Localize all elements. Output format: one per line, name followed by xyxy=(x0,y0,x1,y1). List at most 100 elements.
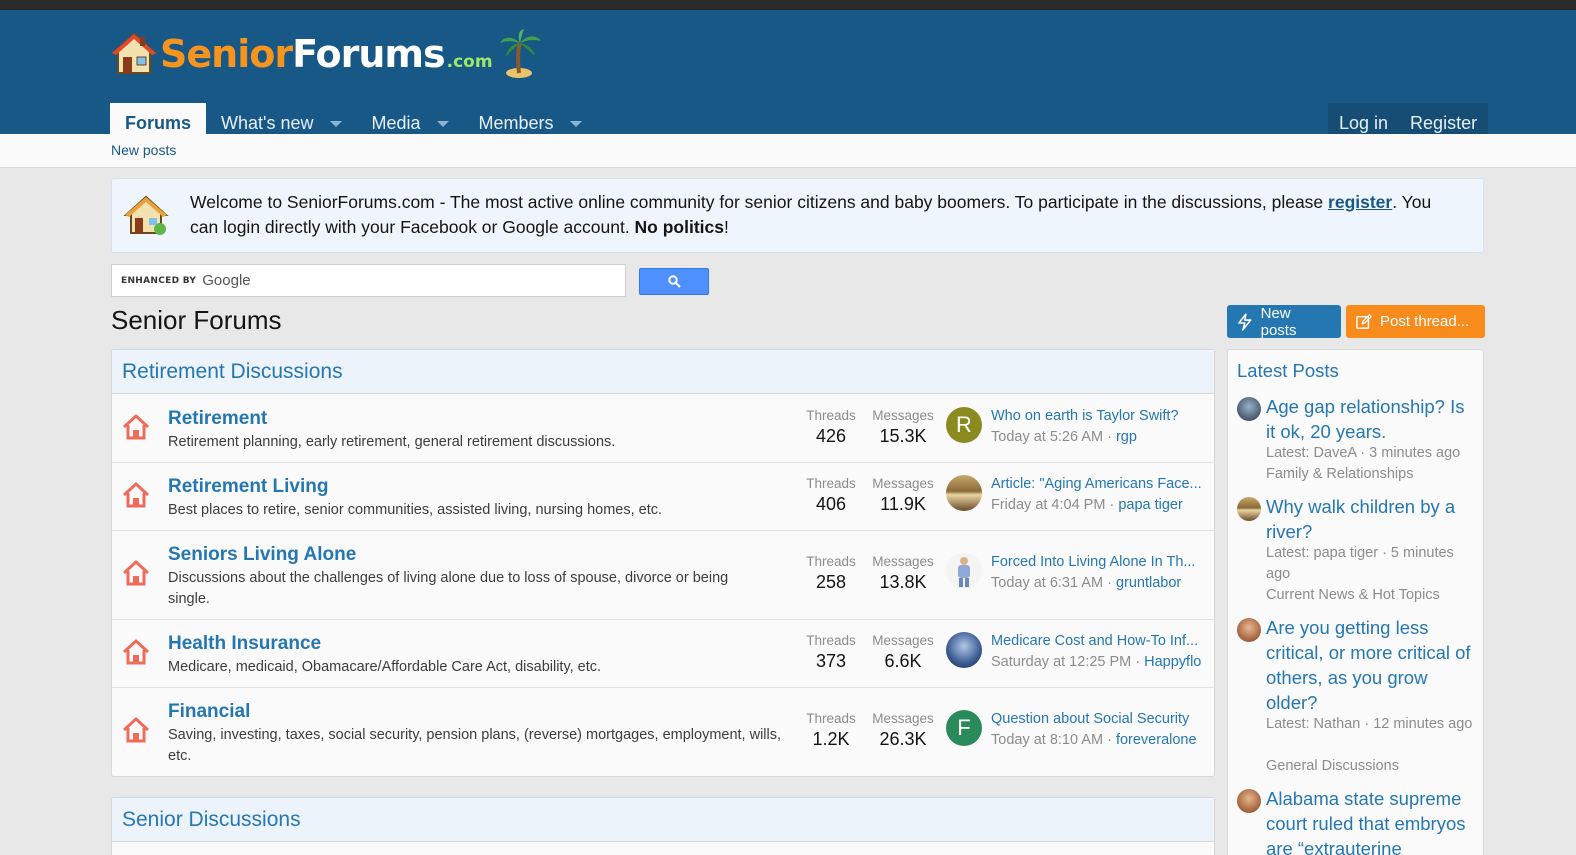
threads-label: Threads xyxy=(806,633,856,648)
threads-value: 406 xyxy=(815,494,847,514)
latest-post-title-link[interactable]: Are you getting less critical, or more c… xyxy=(1266,615,1478,715)
latest-post-title-link[interactable]: Why walk children by a river? xyxy=(1266,494,1478,544)
last-post-user[interactable]: foreveralone xyxy=(1116,732,1197,748)
sidebar-title[interactable]: Latest Posts xyxy=(1237,360,1339,382)
threads-value: 258 xyxy=(815,572,847,592)
site-logo[interactable]: Senior Forums .com xyxy=(110,26,543,82)
last-post-time[interactable]: Today at 5:26 AM xyxy=(991,429,1103,445)
avatar[interactable] xyxy=(946,553,982,589)
house-icon xyxy=(122,717,150,743)
forum-title-link[interactable]: Retirement Living xyxy=(168,476,328,498)
latest-post-meta: Latest: DaveA · 3 minutes ago xyxy=(1266,445,1461,461)
messages-value: 13.8K xyxy=(879,572,927,592)
category-header[interactable]: Retirement Discussions xyxy=(112,350,1214,394)
google-search-input[interactable]: ENHANCED BY Google xyxy=(111,264,626,297)
last-post-meta: Friday at 4:04 PM · papa tiger xyxy=(991,497,1183,513)
avatar[interactable]: R xyxy=(946,407,982,443)
latest-post-meta: Latest: papa tiger · 5 minutes ago xyxy=(1266,545,1454,582)
category-block-retirement: Retirement Discussions Retirement Retire… xyxy=(111,349,1215,777)
subnav-new-posts-link[interactable]: New posts xyxy=(111,142,176,158)
house-icon xyxy=(122,560,150,586)
new-posts-button[interactable]: New posts xyxy=(1227,304,1341,339)
forum-description: Saving, investing, taxes, social securit… xyxy=(168,727,782,764)
avatar[interactable] xyxy=(1237,497,1261,521)
google-search-button[interactable] xyxy=(639,268,709,295)
welcome-notice-text: Welcome to SeniorForums.com - The most a… xyxy=(190,190,1460,240)
last-post-meta: Today at 5:26 AM · rgp xyxy=(991,429,1137,445)
chevron-down-icon[interactable] xyxy=(569,120,582,127)
latest-post-forum-link[interactable]: Family & Relationships xyxy=(1266,464,1478,485)
logo-forums-text: Forums xyxy=(292,32,446,76)
search-google-label: Google xyxy=(202,272,251,289)
chevron-down-icon[interactable] xyxy=(329,120,342,127)
edit-icon xyxy=(1356,313,1372,329)
tab-whats-new-label: What's new xyxy=(221,113,314,133)
messages-value: 15.3K xyxy=(879,426,927,446)
search-icon xyxy=(667,275,681,288)
tab-forums-label: Forums xyxy=(125,113,192,133)
threads-stat: Threads 373 xyxy=(802,633,860,672)
last-post-user[interactable]: rgp xyxy=(1116,429,1137,445)
last-post-title-link[interactable]: Question about Social Security xyxy=(991,711,1207,727)
notice-bold: No politics xyxy=(634,217,724,237)
threads-stat: Threads 1.2K xyxy=(802,711,860,750)
messages-stat: Messages 26.3K xyxy=(869,711,937,750)
forum-node-retirement-living: Retirement Living Best places to retire,… xyxy=(112,463,1214,531)
post-thread-button-label: Post thread... xyxy=(1380,313,1470,330)
threads-value: 1.2K xyxy=(812,729,850,749)
forum-title-link[interactable]: Financial xyxy=(168,701,250,723)
forum-description: Medicare, medicaid, Obamacare/Affordable… xyxy=(168,659,602,675)
new-posts-button-label: New posts xyxy=(1260,304,1297,339)
forum-description: Retirement planning, early retirement, g… xyxy=(168,434,616,450)
last-post-time[interactable]: Friday at 4:04 PM xyxy=(991,497,1105,513)
tab-members-label: Members xyxy=(478,113,554,133)
avatar[interactable] xyxy=(946,475,982,511)
logo-house-icon xyxy=(110,32,158,74)
threads-label: Threads xyxy=(806,554,856,569)
forum-node-health-insurance: Health Insurance Medicare, medicaid, Oba… xyxy=(112,620,1214,688)
avatar[interactable] xyxy=(1237,789,1261,813)
page-title: Senior Forums xyxy=(111,305,282,335)
last-post-user[interactable]: gruntlabor xyxy=(1116,575,1181,591)
messages-label: Messages xyxy=(872,633,934,648)
last-post-meta: Today at 8:10 AM · foreveralone xyxy=(991,732,1197,748)
post-thread-button[interactable]: Post thread... xyxy=(1346,305,1485,338)
latest-post-title-link[interactable]: Alabama state supreme court ruled that e… xyxy=(1266,786,1477,855)
avatar[interactable] xyxy=(1237,618,1261,642)
notice-register-link[interactable]: register xyxy=(1328,192,1392,212)
threads-label: Threads xyxy=(806,476,856,491)
latest-post-item: Age gap relationship? Is it ok, 20 years… xyxy=(1237,394,1477,489)
house-icon xyxy=(122,482,150,508)
house-icon xyxy=(122,639,150,665)
forum-title-link[interactable]: Seniors Living Alone xyxy=(168,544,356,566)
forum-title-link[interactable]: Health Insurance xyxy=(168,633,321,655)
forum-title-link[interactable]: Retirement xyxy=(168,408,267,430)
last-post-title-link[interactable]: Who on earth is Taylor Swift? xyxy=(991,408,1207,424)
last-post-user[interactable]: Happyflo xyxy=(1144,654,1201,670)
latest-post-title-link[interactable]: Age gap relationship? Is it ok, 20 years… xyxy=(1266,394,1478,444)
messages-stat: Messages 13.8K xyxy=(869,554,937,593)
latest-post-forum-link[interactable]: General Discussions xyxy=(1266,756,1478,777)
forum-description: Best places to retire, senior communitie… xyxy=(168,502,663,518)
last-post-title-link[interactable]: Medicare Cost and How-To Inf... xyxy=(991,633,1207,649)
last-post-time[interactable]: Saturday at 12:25 PM xyxy=(991,654,1131,670)
avatar[interactable] xyxy=(946,632,982,668)
threads-label: Threads xyxy=(806,408,856,423)
threads-label: Threads xyxy=(806,711,856,726)
messages-label: Messages xyxy=(872,476,934,491)
category-header[interactable]: Senior Discussions xyxy=(112,798,1214,842)
latest-post-forum-link[interactable]: Current News & Hot Topics xyxy=(1266,585,1478,606)
messages-value: 26.3K xyxy=(879,729,927,749)
house-icon xyxy=(122,414,150,440)
last-post-title-link[interactable]: Forced Into Living Alone In Th... xyxy=(991,554,1207,570)
chevron-down-icon[interactable] xyxy=(436,120,449,127)
last-post-time[interactable]: Today at 6:31 AM xyxy=(991,575,1103,591)
messages-label: Messages xyxy=(872,554,934,569)
last-post-time[interactable]: Today at 8:10 AM xyxy=(991,732,1103,748)
last-post-user[interactable]: papa tiger xyxy=(1118,497,1183,513)
avatar[interactable] xyxy=(1237,397,1261,421)
latest-post-item: Are you getting less critical, or more c… xyxy=(1237,615,1477,780)
last-post-title-link[interactable]: Article: "Aging Americans Face... xyxy=(991,476,1207,492)
messages-value: 11.9K xyxy=(880,494,926,514)
avatar[interactable]: F xyxy=(946,710,982,746)
